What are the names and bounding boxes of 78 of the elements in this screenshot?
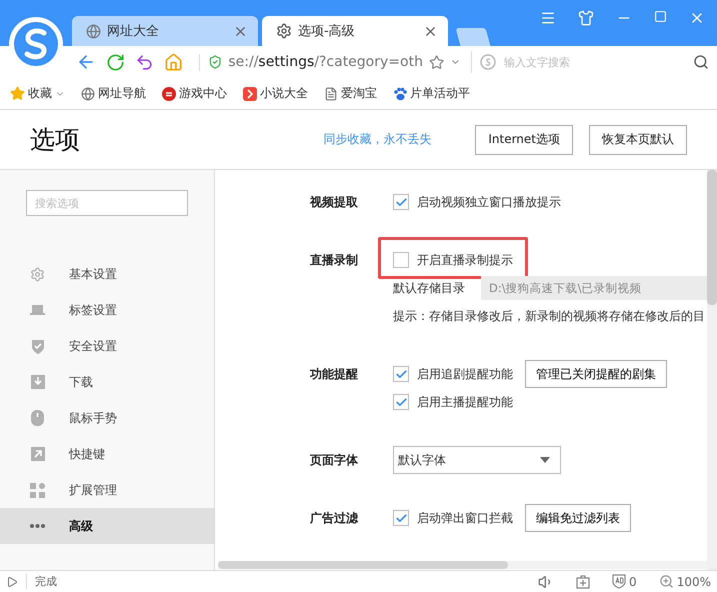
search-icon[interactable] — [693, 54, 709, 70]
star-icon — [10, 86, 25, 101]
option-label: 启动视频独立窗口播放提示 — [417, 194, 561, 210]
checkbox[interactable] — [393, 366, 409, 382]
maximize-icon[interactable] — [654, 10, 667, 23]
bookmark-item[interactable]: 小说大全 — [243, 85, 308, 102]
mouse-icon — [31, 410, 44, 426]
shield-icon — [208, 54, 222, 70]
checkbox[interactable] — [393, 394, 409, 410]
menu-icon[interactable] — [540, 10, 556, 26]
search-field[interactable]: 搜索选项 — [26, 190, 188, 216]
bookmark-item[interactable]: 收藏 — [10, 85, 65, 102]
globe-icon — [86, 24, 101, 38]
zoom-level[interactable]: 100% — [676, 574, 711, 588]
option-label: 开启直播录制提示 — [417, 252, 513, 268]
sidebar-item[interactable]: 高级 — [0, 508, 214, 544]
status-text: 完成 — [26, 574, 530, 589]
game-icon — [162, 86, 176, 100]
reload-icon[interactable] — [106, 52, 125, 72]
bookmark-item[interactable]: 片单活动平 — [393, 85, 470, 102]
browser-tab[interactable]: 网址大全 — [72, 16, 258, 46]
section-label: 视频提取 — [310, 194, 359, 211]
page-icon — [324, 86, 338, 100]
field-label: 默认存储目录 — [393, 280, 465, 296]
home-icon[interactable] — [164, 52, 183, 72]
option-label: 启用主播提醒功能 — [417, 394, 513, 410]
hint-text: 提示：存储目录修改后，新录制的视频将存储在修改后的目 — [393, 308, 705, 324]
tab-icon — [30, 305, 45, 315]
book-icon — [243, 86, 257, 100]
header-button[interactable]: 恢复本页默认 — [589, 124, 687, 154]
plus-box-icon[interactable] — [576, 574, 590, 588]
download-icon — [30, 375, 44, 389]
undo-icon[interactable] — [135, 52, 154, 72]
sidebar-item[interactable]: 扩展管理 — [0, 472, 214, 508]
section-label: 直播录制 — [310, 252, 359, 269]
header-button[interactable]: Internet选项 — [475, 124, 573, 154]
grid-icon — [30, 482, 45, 498]
play-icon[interactable] — [6, 576, 18, 588]
search-engine-icon — [480, 54, 496, 70]
horizontal-scrollbar[interactable] — [218, 561, 707, 569]
paw-icon — [393, 86, 407, 100]
bookmark-item[interactable]: 网址导航 — [81, 85, 146, 102]
section-label: 页面字体 — [310, 452, 359, 469]
arrow-box-icon — [30, 447, 44, 461]
sidebar-item[interactable]: 鼠标手势 — [0, 400, 214, 436]
checkbox[interactable] — [393, 194, 409, 210]
dots-icon — [30, 524, 45, 528]
section-label: 功能提醒 — [310, 366, 359, 383]
sidebar-item[interactable]: 安全设置 — [0, 328, 214, 364]
new-tab-button[interactable] — [456, 28, 490, 46]
caret-icon — [540, 457, 550, 463]
sidebar-item[interactable]: 下载 — [0, 364, 214, 400]
bookmark-item[interactable]: 游戏中心 — [162, 85, 227, 102]
page-title: 选项 — [30, 124, 81, 156]
globe-icon — [81, 86, 95, 100]
shirt-icon[interactable] — [578, 10, 594, 26]
browser-tab[interactable]: 选项-高级 — [262, 16, 448, 46]
bookmark-item[interactable]: 爱淘宝 — [324, 85, 377, 102]
option-button[interactable]: 管理已关闭提醒的剧集 — [525, 360, 667, 388]
sidebar-item[interactable]: 快捷键 — [0, 436, 214, 472]
sidebar-item[interactable]: 基本设置 — [0, 256, 214, 292]
font-dropdown[interactable]: 默认字体 — [393, 446, 561, 474]
section-label: 广告过滤 — [310, 510, 359, 527]
ad-block-count: 0 — [629, 574, 637, 588]
checkbox[interactable] — [393, 510, 409, 526]
option-button[interactable]: 编辑免过滤列表 — [525, 504, 631, 532]
option-label: 启动弹出窗口拦截 — [417, 510, 513, 526]
sidebar-item[interactable]: 标签设置 — [0, 292, 214, 328]
zoom-icon[interactable] — [658, 574, 674, 589]
ad-shield-icon[interactable] — [612, 574, 626, 589]
option-label: 启用追剧提醒功能 — [417, 366, 513, 382]
star-icon[interactable] — [428, 54, 444, 70]
shield-icon — [30, 338, 44, 354]
gear-icon — [276, 23, 292, 39]
vertical-scrollbar[interactable] — [707, 170, 717, 570]
address-field[interactable]: se://settings/?category=oth — [228, 54, 423, 70]
checkbox[interactable] — [393, 252, 409, 268]
gear-icon — [30, 266, 45, 282]
